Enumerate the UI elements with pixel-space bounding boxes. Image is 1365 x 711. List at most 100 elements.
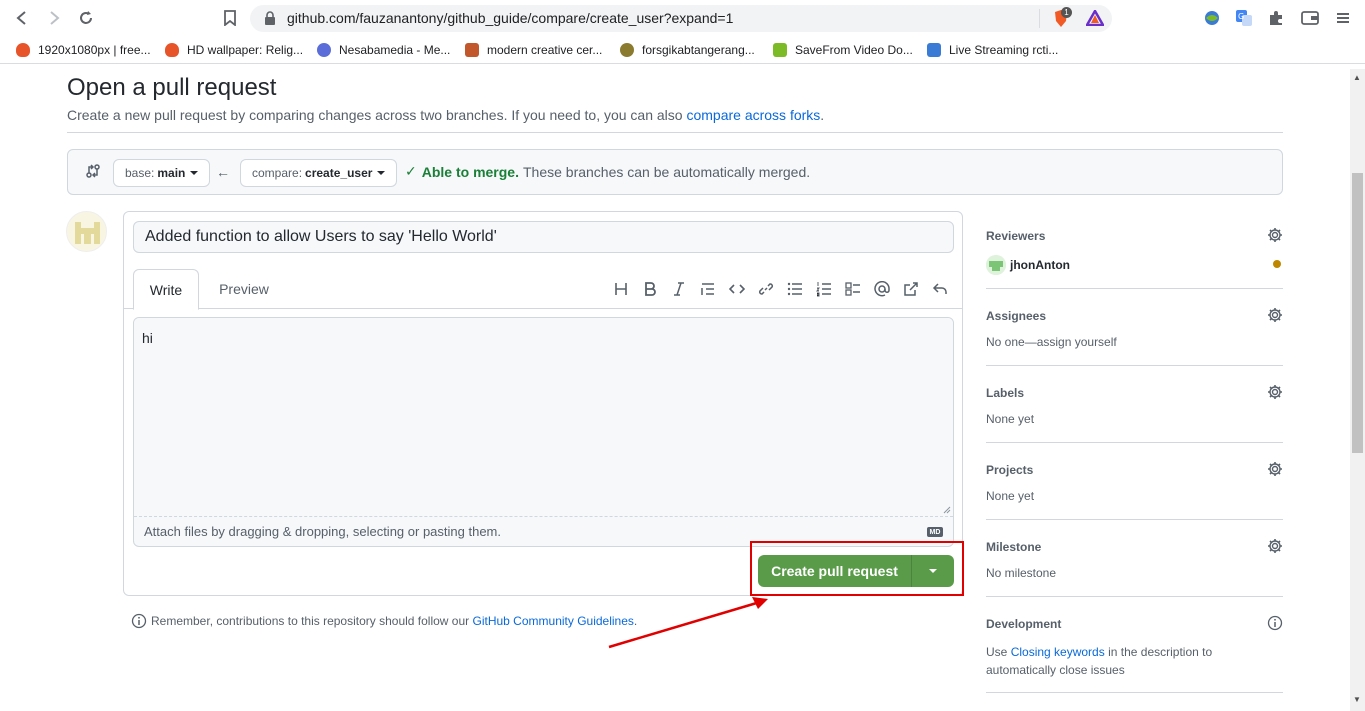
user-avatar[interactable] [66, 211, 107, 252]
page-scrollbar[interactable]: ▲ ▼ [1350, 69, 1365, 711]
nesabamedia-icon [317, 43, 331, 57]
markdown-toolbar [606, 279, 954, 299]
code-icon[interactable] [722, 279, 751, 299]
forward-icon[interactable] [44, 8, 64, 28]
bookmark-item[interactable]: 1920x1080px | free... [16, 41, 151, 59]
bookmark-icon[interactable] [220, 8, 240, 28]
community-guidelines-link[interactable]: GitHub Community Guidelines [473, 614, 634, 628]
reminder-suffix: . [633, 614, 638, 628]
back-icon[interactable] [12, 8, 32, 28]
mention-icon[interactable] [867, 279, 896, 299]
extensions-puzzle-icon[interactable] [1267, 9, 1285, 27]
bookmark-label: forsgikabtangerang... [642, 43, 755, 57]
merge-detail-text: These branches can be automatically merg… [522, 163, 811, 180]
bookmark-item[interactable]: Nesabamedia - Me... [317, 41, 450, 59]
bookmark-item[interactable]: SaveFrom Video Do... [773, 41, 913, 59]
tab-write[interactable]: Write [133, 269, 199, 310]
fire-icon [165, 43, 179, 57]
reviewers-heading[interactable]: Reviewers [986, 229, 1045, 243]
reply-icon[interactable] [925, 279, 954, 299]
page-content: Open a pull request Create a new pull re… [0, 69, 1350, 711]
assignees-heading[interactable]: Assignees [986, 309, 1046, 323]
reminder-text: Remember, contributions to this reposito… [151, 614, 470, 628]
pr-composer: Write Preview Attach files by dra [123, 211, 963, 596]
markdown-icon[interactable]: MD [927, 527, 943, 537]
reviewers-section: Reviewers jhonAnton [986, 227, 1283, 289]
bookmark-label: Live Streaming rcti... [949, 43, 1059, 57]
create-options-dropdown[interactable] [912, 555, 954, 587]
labels-heading[interactable]: Labels [986, 386, 1024, 400]
extension-globe-icon[interactable] [1203, 9, 1221, 27]
milestone-heading[interactable]: Milestone [986, 540, 1041, 554]
resize-grip-icon[interactable] [943, 506, 951, 514]
assignees-value[interactable]: No one—assign yourself [986, 335, 1117, 349]
gear-icon[interactable] [1267, 307, 1283, 323]
bold-icon[interactable] [635, 279, 664, 299]
scroll-down-icon[interactable]: ▼ [1353, 695, 1361, 704]
development-heading: Development [986, 617, 1062, 631]
unordered-list-icon[interactable] [780, 279, 809, 299]
caret-down-icon [190, 171, 199, 175]
reviewer-item[interactable]: jhonAnton [986, 255, 1070, 275]
pr-title-input[interactable] [133, 221, 954, 253]
check-icon: ✓ [405, 163, 417, 179]
gear-icon[interactable] [1267, 461, 1283, 477]
bookmark-label: Nesabamedia - Me... [339, 43, 451, 57]
cross-reference-icon[interactable] [896, 279, 925, 299]
info-icon[interactable] [1267, 615, 1283, 631]
translate-icon[interactable]: G [1235, 9, 1253, 27]
branch-range-editor: base: main ← compare: create_user ✓ Able… [67, 149, 1283, 195]
milestone-value: No milestone [986, 566, 1057, 580]
ordered-list-icon[interactable] [809, 279, 838, 299]
heading-icon[interactable] [606, 279, 635, 299]
base-branch-select[interactable]: base: main [113, 159, 211, 187]
url-text[interactable]: github.com/fauzanantony/github_guide/com… [287, 10, 733, 26]
tab-preview[interactable]: Preview [216, 269, 272, 309]
address-bar[interactable]: github.com/fauzanantony/github_guide/com… [250, 5, 1112, 32]
projects-section: Projects None yet [986, 461, 1283, 520]
bookmark-item[interactable]: Live Streaming rcti... [927, 41, 1058, 59]
labels-section: Labels None yet [986, 384, 1283, 443]
scroll-thumb[interactable] [1352, 173, 1363, 453]
closing-keywords-link[interactable]: Closing keywords [1011, 645, 1105, 659]
merge-status: ✓ Able to merge. These branches can be a… [405, 163, 810, 180]
italic-icon[interactable] [664, 279, 693, 299]
create-pull-request-button[interactable]: Create pull request [758, 555, 912, 587]
quote-icon[interactable] [693, 279, 722, 299]
gear-icon[interactable] [1267, 227, 1283, 243]
compare-forks-link[interactable]: compare across forks [686, 107, 820, 123]
reload-icon[interactable] [76, 8, 96, 28]
bookmark-item[interactable]: modern creative cer... [465, 41, 602, 59]
brave-shield-icon[interactable]: 1 [1052, 7, 1072, 28]
comment-editor: Attach files by dragging & dropping, sel… [133, 317, 954, 547]
gear-icon[interactable] [1267, 384, 1283, 400]
assignees-section: Assignees No one—assign yourself [986, 307, 1283, 366]
wallet-icon[interactable] [1301, 9, 1319, 27]
omnibox-divider [1039, 9, 1040, 28]
compare-value: create_user [305, 166, 373, 180]
scroll-up-icon[interactable]: ▲ [1353, 73, 1361, 82]
attach-text: Attach files by dragging & dropping, sel… [144, 524, 501, 539]
gear-icon[interactable] [1267, 538, 1283, 554]
link-icon[interactable] [751, 279, 780, 299]
create-pull-request-button-group: Create pull request [758, 555, 954, 587]
svg-text:G: G [1238, 12, 1244, 21]
page-description: Create a new pull request by comparing c… [67, 107, 824, 123]
bookmark-item[interactable]: forsgikabtangerang... [620, 41, 755, 59]
caret-down-icon [377, 171, 386, 175]
bookmark-label: HD wallpaper: Relig... [187, 43, 304, 57]
contribution-reminder: Remember, contributions to this reposito… [131, 613, 637, 629]
live-stream-icon [927, 43, 941, 57]
ui-logo-icon [465, 43, 479, 57]
menu-icon[interactable] [1334, 9, 1352, 27]
lock-icon [265, 11, 275, 25]
brave-rewards-icon[interactable] [1084, 8, 1106, 31]
divider [67, 132, 1283, 133]
compare-branch-select[interactable]: compare: create_user [240, 159, 398, 187]
pr-body-textarea[interactable] [134, 318, 953, 516]
projects-heading[interactable]: Projects [986, 463, 1033, 477]
description-suffix: . [820, 107, 825, 123]
bookmark-item[interactable]: HD wallpaper: Relig... [165, 41, 303, 59]
description-text: Create a new pull request by comparing c… [67, 107, 683, 123]
task-list-icon[interactable] [838, 279, 867, 299]
